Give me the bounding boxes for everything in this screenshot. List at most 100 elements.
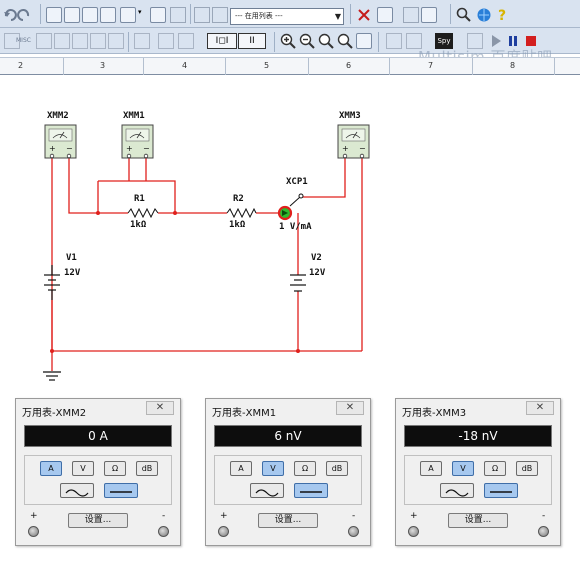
zoom-in-icon[interactable] bbox=[280, 33, 296, 49]
multimeter-panel-xmm3[interactable]: 万用表-XMM3 ✕ -18 nV A V Ω dB 设置... + - bbox=[395, 398, 561, 546]
v1-value[interactable]: 12V bbox=[64, 268, 80, 278]
pause-toggle-button[interactable]: II bbox=[238, 33, 266, 49]
hierarchy-icon[interactable] bbox=[170, 7, 186, 23]
xcp1-name[interactable]: XCP1 bbox=[286, 177, 308, 187]
voltmeter-mode-button[interactable]: V bbox=[72, 461, 94, 476]
v2-name[interactable]: V2 bbox=[311, 253, 322, 263]
dc-wave-button[interactable] bbox=[104, 483, 138, 498]
antenna-icon[interactable] bbox=[54, 33, 70, 49]
capacitor-icon[interactable] bbox=[108, 33, 124, 49]
bus-vector-icon[interactable] bbox=[134, 33, 150, 49]
minus-terminal[interactable] bbox=[348, 526, 359, 537]
xmm2-label[interactable]: XMM2 bbox=[47, 111, 69, 121]
svg-text:−: − bbox=[66, 144, 73, 153]
meter-display: 6 nV bbox=[214, 425, 362, 447]
db-mode-button[interactable]: dB bbox=[516, 461, 538, 476]
plus-terminal[interactable] bbox=[28, 526, 39, 537]
r1-value[interactable]: 1kΩ bbox=[130, 220, 146, 230]
xmm3-label[interactable]: XMM3 bbox=[339, 111, 361, 121]
list-icon[interactable] bbox=[386, 33, 402, 49]
v1-name[interactable]: V1 bbox=[66, 253, 77, 263]
ammeter-mode-button[interactable]: A bbox=[40, 461, 62, 476]
minus-terminal-label: - bbox=[542, 511, 546, 521]
bus-icon[interactable] bbox=[36, 33, 52, 49]
minus-terminal[interactable] bbox=[538, 526, 549, 537]
plus-terminal[interactable] bbox=[218, 526, 229, 537]
close-button[interactable]: ✕ bbox=[526, 401, 554, 415]
r1-name[interactable]: R1 bbox=[134, 194, 145, 204]
db-mode-button[interactable]: dB bbox=[136, 461, 158, 476]
zoom-out-icon[interactable] bbox=[299, 33, 315, 49]
transfer-icon[interactable] bbox=[421, 7, 437, 23]
dc-line-icon bbox=[490, 491, 512, 493]
main-toolbar: ▾ --- 在用列表 --- ▼ ? bbox=[0, 0, 580, 28]
ohmmeter-mode-button[interactable]: Ω bbox=[294, 461, 316, 476]
xcp1-value[interactable]: 1 V/mA bbox=[279, 222, 312, 232]
ruler-number: 7 bbox=[428, 61, 434, 70]
probe-icon[interactable] bbox=[356, 7, 372, 23]
run-toggle-button[interactable]: I◻I bbox=[207, 33, 237, 49]
full-screen-icon[interactable] bbox=[356, 33, 372, 49]
multimeter-panel-xmm1[interactable]: 万用表-XMM1 ✕ 6 nV A V Ω dB 设置... + - bbox=[205, 398, 371, 546]
grapher-icon[interactable] bbox=[120, 7, 136, 23]
ac-wave-button[interactable] bbox=[60, 483, 94, 498]
plus-terminal-label: + bbox=[30, 511, 38, 521]
connector-icon[interactable] bbox=[72, 33, 88, 49]
close-button[interactable]: ✕ bbox=[146, 401, 174, 415]
run-icon: I◻I bbox=[215, 36, 229, 46]
replace-icon[interactable] bbox=[212, 7, 228, 23]
settings-button[interactable]: 设置... bbox=[258, 513, 318, 528]
ac-wave-button[interactable] bbox=[440, 483, 474, 498]
db-mode-button[interactable]: dB bbox=[326, 461, 348, 476]
chevron-down-icon[interactable]: ▾ bbox=[138, 8, 142, 16]
misc-label-icon[interactable]: MISC bbox=[16, 37, 31, 44]
xmm1-label[interactable]: XMM1 bbox=[123, 111, 145, 121]
database-icon[interactable] bbox=[150, 7, 166, 23]
xmm3-instrument: + − bbox=[337, 124, 370, 159]
simulate-menu-icon[interactable] bbox=[377, 7, 393, 23]
svg-text:+: + bbox=[342, 144, 349, 153]
spreadsheet-icon[interactable] bbox=[100, 7, 116, 23]
svg-text:+: + bbox=[126, 144, 133, 153]
multisim-window: ▾ --- 在用列表 --- ▼ ? MISC I◻I II Spy 2 3 4… bbox=[0, 0, 580, 563]
zoom-area-icon[interactable] bbox=[318, 33, 334, 49]
search-icon[interactable] bbox=[456, 7, 472, 23]
minus-terminal-label: - bbox=[162, 511, 166, 521]
ac-wave-button[interactable] bbox=[250, 483, 284, 498]
ammeter-mode-button[interactable]: A bbox=[230, 461, 252, 476]
subcircuit-icon[interactable] bbox=[178, 33, 194, 49]
r2-name[interactable]: R2 bbox=[233, 194, 244, 204]
cross-icon[interactable] bbox=[90, 33, 106, 49]
voltmeter-mode-button[interactable]: V bbox=[262, 461, 284, 476]
rename-icon[interactable] bbox=[194, 7, 210, 23]
panel-title: 万用表-XMM3 bbox=[402, 408, 467, 419]
in-use-list-combo[interactable]: --- 在用列表 --- ▼ bbox=[230, 8, 344, 25]
pause-icon: II bbox=[249, 36, 255, 46]
svg-text:?: ? bbox=[498, 8, 506, 24]
svg-text:−: − bbox=[143, 144, 150, 153]
grid-view-icon[interactable] bbox=[64, 7, 80, 23]
component-icon[interactable] bbox=[46, 7, 62, 23]
undo-redo-icons[interactable] bbox=[2, 6, 36, 22]
back-annotate-icon[interactable] bbox=[403, 7, 419, 23]
dc-wave-button[interactable] bbox=[484, 483, 518, 498]
v2-value[interactable]: 12V bbox=[309, 268, 325, 278]
dc-wave-button[interactable] bbox=[294, 483, 328, 498]
help-icon[interactable]: ? bbox=[496, 6, 510, 24]
ammeter-mode-button[interactable]: A bbox=[420, 461, 442, 476]
multimeter-panel-xmm2[interactable]: 万用表-XMM2 ✕ 0 A A V Ω dB 设置... + - bbox=[15, 398, 181, 546]
ohmmeter-mode-button[interactable]: Ω bbox=[484, 461, 506, 476]
r2-value[interactable]: 1kΩ bbox=[229, 220, 245, 230]
settings-button[interactable]: 设置... bbox=[448, 513, 508, 528]
plus-terminal[interactable] bbox=[408, 526, 419, 537]
xmm1-instrument: + − bbox=[121, 124, 154, 159]
table-view-icon[interactable] bbox=[82, 7, 98, 23]
minus-terminal[interactable] bbox=[158, 526, 169, 537]
voltmeter-mode-button[interactable]: V bbox=[452, 461, 474, 476]
ohmmeter-mode-button[interactable]: Ω bbox=[104, 461, 126, 476]
settings-button[interactable]: 设置... bbox=[68, 513, 128, 528]
zoom-fit-icon[interactable] bbox=[337, 33, 353, 49]
hier-block-icon[interactable] bbox=[158, 33, 174, 49]
close-button[interactable]: ✕ bbox=[336, 401, 364, 415]
globe-icon[interactable] bbox=[476, 7, 492, 23]
